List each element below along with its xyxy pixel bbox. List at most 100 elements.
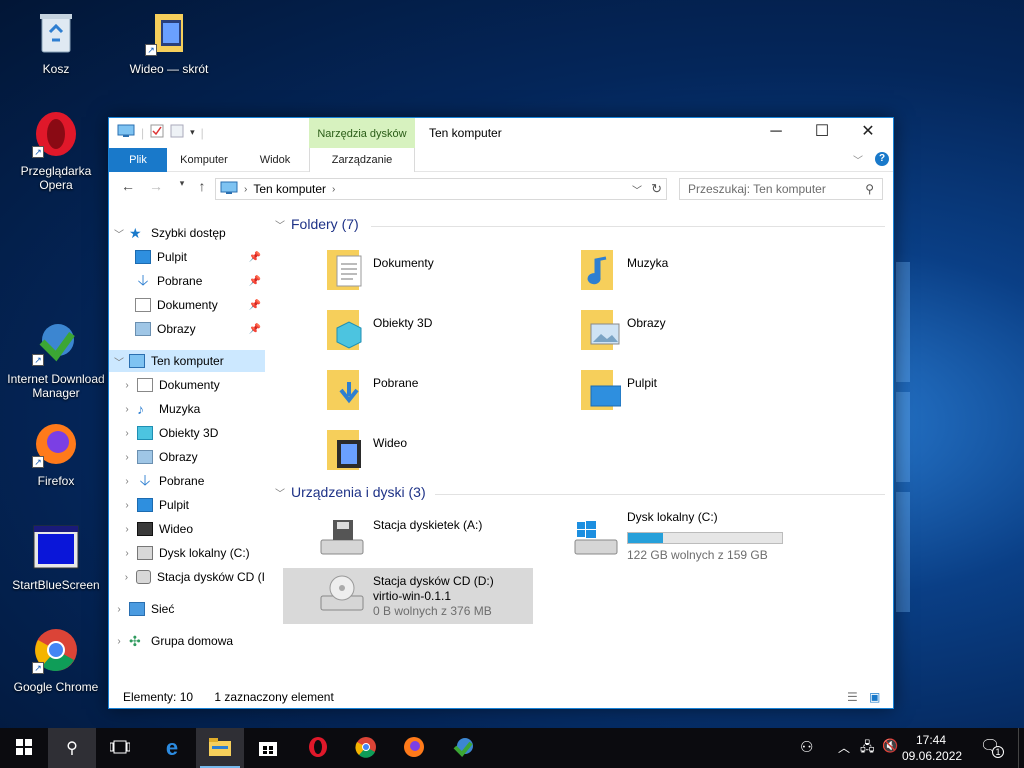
expand-chevron-icon[interactable]: › [117, 452, 137, 463]
folder-tile-3d-objects[interactable]: Obiekty 3D [327, 306, 577, 366]
drive-tile-cd[interactable]: Stacja dysków CD (D:) virtio-win-0.1.1 0… [283, 568, 533, 624]
folder-tile-documents[interactable]: Dokumenty [327, 246, 577, 306]
desktop-icon-idm[interactable]: ↗ Internet Download Manager [4, 318, 108, 400]
nav-quick-pictures[interactable]: Obrazy 📌 [109, 318, 265, 340]
minimize-button[interactable]: ─ [753, 118, 799, 148]
drive-tile-floppy[interactable]: Stacja dyskietek (A:) [283, 512, 533, 568]
action-center-button[interactable]: 🗨 1 [980, 736, 1006, 760]
devices-group-header[interactable]: ﹀ Urządzenia i dyski (3) [275, 484, 426, 500]
task-view-button[interactable] [96, 728, 144, 768]
folder-tile-downloads[interactable]: Pobrane [327, 366, 577, 426]
collapse-chevron-icon[interactable]: ﹀ [109, 354, 129, 369]
nav-quick-access[interactable]: ﹀ ★ Szybki dostęp [109, 222, 265, 244]
show-desktop-button[interactable] [1018, 728, 1024, 768]
desktop-icon-recycle-bin[interactable]: Kosz [4, 8, 108, 76]
folders-group-header[interactable]: ﹀ Foldery (7) [275, 216, 359, 232]
new-folder-icon[interactable] [170, 124, 184, 141]
expand-chevron-icon[interactable]: › [109, 636, 129, 647]
expand-chevron-icon[interactable]: › [117, 404, 137, 415]
nav-pc-pictures[interactable]: › Obrazy [109, 446, 265, 468]
taskbar-store[interactable] [244, 728, 292, 768]
desktop-icon-startbluescreen[interactable]: StartBlueScreen [4, 524, 108, 592]
nav-pc-3d-objects[interactable]: › Obiekty 3D [109, 422, 265, 444]
folder-tile-music[interactable]: Muzyka [581, 246, 831, 306]
taskbar-file-explorer[interactable] [196, 728, 244, 768]
computer-icon[interactable] [117, 124, 135, 141]
customize-toolbar-icon[interactable]: ▾ [190, 127, 195, 138]
expand-chevron-icon[interactable]: › [109, 604, 129, 615]
start-button[interactable] [0, 728, 48, 768]
expand-chevron-icon[interactable]: › [117, 380, 137, 391]
collapse-chevron-icon[interactable]: ﹀ [109, 226, 129, 241]
expand-chevron-icon[interactable]: › [117, 572, 136, 583]
network-status-icon[interactable]: 🖧 [860, 738, 875, 760]
nav-pc-music[interactable]: › ♪ Muzyka [109, 398, 265, 420]
volume-muted-icon[interactable]: 🔇 [882, 738, 898, 754]
expand-chevron-icon[interactable]: › [117, 548, 137, 559]
refresh-icon[interactable]: ↻ [651, 181, 662, 197]
drive-name: Stacja dysków CD (D:) [373, 574, 494, 588]
desktop-icon-video-shortcut[interactable]: ↗ Wideo — skrót [117, 8, 221, 76]
nav-pc-local-disk[interactable]: › Dysk lokalny (C:) [109, 542, 265, 564]
help-icon[interactable]: ? [875, 152, 889, 166]
up-button[interactable]: ↑ [193, 178, 211, 198]
drive-tile-local-disk[interactable]: Dysk lokalny (C:) 122 GB wolnych z 159 G… [537, 510, 787, 568]
expand-chevron-icon[interactable]: › [117, 476, 137, 487]
tab-computer[interactable]: Komputer [171, 148, 237, 172]
notification-count: 1 [992, 746, 1004, 758]
collapse-chevron-icon[interactable]: ﹀ [275, 217, 285, 232]
tab-view[interactable]: Widok [245, 148, 305, 172]
taskbar-opera[interactable] [294, 728, 342, 768]
expand-chevron-icon[interactable]: › [117, 524, 137, 535]
back-button[interactable]: ← [119, 178, 137, 198]
search-input[interactable]: Przeszukaj: Ten komputer ⚲ [679, 178, 883, 200]
desktop-icon-label: Google Chrome [13, 680, 99, 694]
large-icons-view-icon[interactable]: ▣ [869, 690, 880, 704]
desktop-icon-chrome[interactable]: ↗ Google Chrome [4, 626, 108, 694]
details-view-icon[interactable]: ☰ [847, 690, 858, 704]
expand-chevron-icon[interactable]: › [117, 428, 137, 439]
store-icon [258, 738, 278, 759]
address-dropdown-icon[interactable]: ﹀ [632, 182, 642, 197]
tab-file[interactable]: Plik [109, 148, 167, 172]
search-button[interactable]: ⚲ [48, 728, 96, 768]
desktop-icon-opera[interactable]: ↗ Przeglądarka Opera [4, 110, 108, 192]
folder-tile-videos[interactable]: Wideo [327, 426, 577, 486]
taskbar-edge[interactable]: e [148, 728, 196, 768]
taskbar-firefox[interactable] [390, 728, 438, 768]
nav-pc-videos[interactable]: › Wideo [109, 518, 265, 540]
show-hidden-icons-chevron-icon[interactable]: ︿ [838, 739, 850, 756]
collapse-chevron-icon[interactable]: ﹀ [275, 485, 285, 500]
context-tab-drive-tools[interactable]: Narzędzia dysków [309, 118, 415, 148]
people-icon[interactable]: ⚇ [800, 738, 813, 756]
nav-quick-downloads[interactable]: 🡣 Pobrane 📌 [109, 270, 265, 292]
expand-chevron-icon[interactable]: › [117, 500, 137, 511]
nav-pc-downloads[interactable]: › 🡣 Pobrane [109, 470, 265, 492]
breadcrumb-separator[interactable]: › [332, 184, 335, 195]
close-button[interactable]: ✕ [845, 118, 891, 148]
desktop-icon-firefox[interactable]: ↗ Firefox [4, 420, 108, 488]
properties-icon[interactable] [150, 124, 164, 141]
tab-manage[interactable]: Zarządzanie [309, 148, 415, 172]
nav-quick-desktop[interactable]: Pulpit 📌 [109, 246, 265, 268]
forward-button[interactable]: → [147, 178, 165, 198]
system-clock[interactable]: 17:44 09.06.2022 [902, 732, 962, 764]
maximize-button[interactable]: ☐ [799, 118, 845, 148]
nav-this-pc[interactable]: ﹀ Ten komputer [109, 350, 265, 372]
nav-label: Stacja dysków CD (I [156, 570, 265, 584]
folder-tile-desktop[interactable]: Pulpit [581, 366, 831, 426]
taskbar-chrome[interactable] [342, 728, 390, 768]
nav-pc-cd-drive[interactable]: › Stacja dysków CD (I [109, 566, 265, 588]
hard-drive-icon [137, 546, 153, 560]
nav-quick-documents[interactable]: Dokumenty 📌 [109, 294, 265, 316]
folder-tile-pictures[interactable]: Obrazy [581, 306, 831, 366]
expand-ribbon-icon[interactable]: ﹀ [853, 152, 863, 167]
nav-homegroup[interactable]: › ✣ Grupa domowa [109, 630, 265, 652]
nav-pc-desktop[interactable]: › Pulpit [109, 494, 265, 516]
nav-network[interactable]: › Sieć [109, 598, 265, 620]
nav-pc-documents[interactable]: › Dokumenty [109, 374, 265, 396]
taskbar-idm[interactable] [440, 728, 488, 768]
recent-locations-button[interactable]: ▾ [173, 178, 191, 198]
breadcrumb-item[interactable]: Ten komputer [253, 182, 326, 196]
address-bar[interactable]: › Ten komputer › ﹀ ↻ [215, 178, 667, 200]
